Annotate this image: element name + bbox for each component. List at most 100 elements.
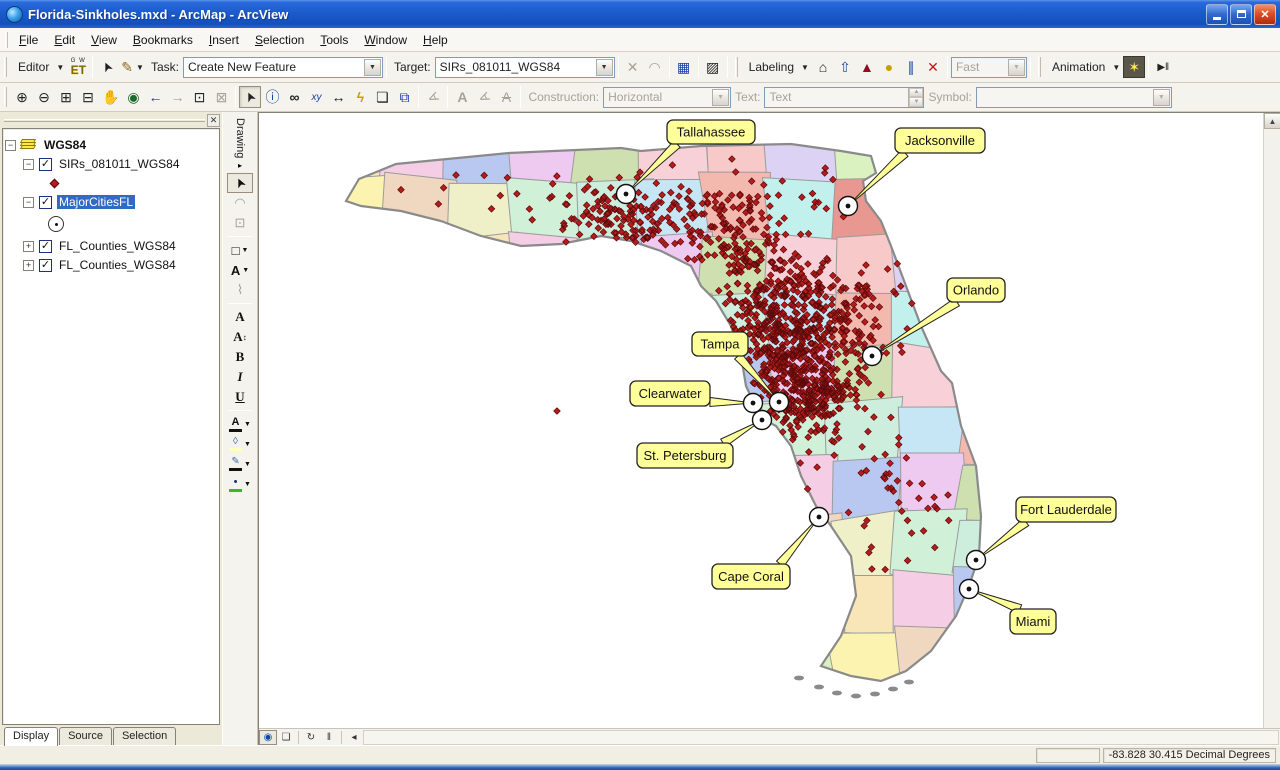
menu-help[interactable]: Help: [415, 30, 456, 50]
layer-checkbox[interactable]: ✓: [39, 259, 52, 272]
viewer-window-icon[interactable]: ⧉: [393, 86, 415, 108]
collapse-icon[interactable]: −: [23, 197, 34, 208]
find-icon[interactable]: ∞: [283, 86, 305, 108]
layer-checkbox[interactable]: ✓: [39, 196, 52, 209]
label-priority-icon[interactable]: ⇧: [834, 56, 856, 78]
text-tool-icon[interactable]: A▼: [227, 260, 253, 280]
tools-toolbar-grip[interactable]: [4, 87, 7, 107]
shape-tool-icon[interactable]: □▼: [227, 240, 253, 260]
menu-window[interactable]: Window: [356, 30, 415, 50]
select-elements-icon[interactable]: ➤: [227, 173, 253, 193]
labeling-toolbar-grip[interactable]: [735, 57, 738, 77]
underline-button[interactable]: U: [227, 387, 253, 407]
pan-icon[interactable]: ✋: [99, 86, 122, 108]
labeling-menu-button[interactable]: Labeling▼: [742, 56, 812, 78]
menu-file[interactable]: File: [11, 30, 46, 50]
animation-toolbar-grip[interactable]: [1038, 57, 1041, 77]
tab-selection[interactable]: Selection: [113, 727, 176, 745]
map-canvas[interactable]: TallahasseeJacksonvilleOrlandoTampaClear…: [259, 113, 1263, 728]
fixed-zoom-in-icon[interactable]: ⊞: [55, 86, 77, 108]
menu-view[interactable]: View: [83, 30, 125, 50]
toc-root-row[interactable]: − WGS84: [5, 136, 217, 154]
collapse-icon[interactable]: −: [5, 140, 16, 151]
et-geowizards-icon[interactable]: G WET: [67, 56, 89, 78]
attribute-table-icon[interactable]: ▦: [673, 56, 695, 78]
editor-toolbar-grip[interactable]: [4, 57, 7, 77]
menu-selection[interactable]: Selection: [247, 30, 312, 50]
data-view-button[interactable]: ◉: [259, 730, 277, 745]
dataframe-name[interactable]: WGS84: [42, 138, 88, 152]
menu-grip[interactable]: [5, 32, 8, 48]
layer-name[interactable]: FL_Counties_WGS84: [57, 239, 178, 253]
capture-frame-icon[interactable]: ✶: [1123, 56, 1145, 78]
menu-edit[interactable]: Edit: [46, 30, 83, 50]
city-callout-fort-lauderdale[interactable]: Fort Lauderdale: [967, 497, 1117, 570]
sketch-tool-icon[interactable]: ✎▼: [118, 56, 147, 78]
font-color-button[interactable]: A▼: [227, 414, 253, 434]
city-callout-cape-coral[interactable]: Cape Coral: [712, 508, 829, 590]
toc-drag-handle[interactable]: ✕: [2, 114, 220, 126]
select-features-icon[interactable]: ⊡: [188, 86, 210, 108]
layer-row-sirs[interactable]: − ✓ SIRs_081011_WGS84: [23, 155, 217, 173]
layout-view-button[interactable]: ❏: [277, 730, 295, 745]
drawing-menu-button[interactable]: Drawing: [234, 118, 246, 158]
collapse-icon[interactable]: −: [23, 159, 34, 170]
menu-insert[interactable]: Insert: [201, 30, 247, 50]
pause-labeling-icon[interactable]: ∥: [900, 56, 922, 78]
html-popup-icon[interactable]: ❏: [371, 86, 393, 108]
drawing-menu-caret-icon[interactable]: ▸: [238, 161, 242, 170]
layer-name[interactable]: FL_Counties_WGS84: [57, 258, 178, 272]
bold-button[interactable]: B: [227, 347, 253, 367]
scroll-up-icon[interactable]: ▲: [1264, 113, 1280, 129]
map-horizontal-scrollbar[interactable]: [363, 730, 1279, 745]
back-extent-icon[interactable]: ←: [144, 86, 166, 108]
layer-name[interactable]: SIRs_081011_WGS84: [57, 157, 182, 171]
italic-button[interactable]: I: [227, 367, 253, 387]
map-vertical-scrollbar[interactable]: ▲: [1263, 113, 1280, 728]
refresh-view-icon[interactable]: ↻: [302, 730, 320, 745]
measure-icon[interactable]: ↔: [327, 86, 349, 108]
hyperlink-icon[interactable]: ϟ: [349, 86, 371, 108]
animation-menu-button[interactable]: Animation▼: [1045, 56, 1123, 78]
font-size-button[interactable]: A↕: [227, 327, 253, 347]
layer-row-counties-2[interactable]: + ✓ FL_Counties_WGS84: [23, 256, 217, 274]
minimize-button[interactable]: [1206, 4, 1228, 25]
layer-row-majorcities[interactable]: − ✓ MajorCitiesFL: [23, 193, 217, 211]
marker-color-button[interactable]: •▼: [227, 474, 253, 494]
lock-labels-icon[interactable]: ●: [878, 56, 900, 78]
zoom-out-icon[interactable]: ⊖: [33, 86, 55, 108]
menu-tools[interactable]: Tools: [312, 30, 356, 50]
layer-name-selected[interactable]: MajorCitiesFL: [57, 195, 135, 209]
label-weight-icon[interactable]: ▲: [856, 56, 878, 78]
close-button[interactable]: ✕: [1254, 4, 1276, 25]
pause-drawing-icon[interactable]: ‖: [320, 730, 338, 745]
identify-icon[interactable]: ⓘ: [261, 86, 283, 108]
full-extent-icon[interactable]: ◉: [122, 86, 144, 108]
go-to-xy-icon[interactable]: xy: [305, 86, 327, 108]
scroll-left-icon[interactable]: ◂: [345, 730, 363, 745]
expand-icon[interactable]: +: [23, 241, 34, 252]
edit-tool-icon[interactable]: ➤: [96, 56, 118, 78]
layer-checkbox[interactable]: ✓: [39, 158, 52, 171]
city-callout-st-petersburg[interactable]: St. Petersburg: [637, 411, 772, 469]
city-callout-miami[interactable]: Miami: [960, 580, 1057, 635]
layer-checkbox[interactable]: ✓: [39, 240, 52, 253]
editor-menu-button[interactable]: Editor▼: [11, 56, 67, 78]
font-button[interactable]: A: [227, 307, 253, 327]
layer-row-counties-1[interactable]: + ✓ FL_Counties_WGS84: [23, 237, 217, 255]
zoom-in-icon[interactable]: ⊕: [11, 86, 33, 108]
fill-color-button[interactable]: ◊▼: [227, 434, 253, 454]
target-combo[interactable]: SIRs_081011_WGS84▼: [435, 57, 615, 78]
tab-display[interactable]: Display: [4, 727, 58, 746]
select-elements-icon[interactable]: ➤: [239, 86, 261, 108]
tab-source[interactable]: Source: [59, 727, 112, 745]
expand-icon[interactable]: +: [23, 260, 34, 271]
line-color-button[interactable]: ✎▼: [227, 454, 253, 474]
task-combo[interactable]: Create New Feature▼: [183, 57, 383, 78]
fixed-zoom-out-icon[interactable]: ⊟: [77, 86, 99, 108]
animation-controls-icon[interactable]: ▶‖: [1152, 56, 1174, 78]
restore-button[interactable]: [1230, 4, 1252, 25]
menu-bookmarks[interactable]: Bookmarks: [125, 30, 201, 50]
toc-close-icon[interactable]: ✕: [207, 114, 220, 127]
sketch-properties-icon[interactable]: ▨: [702, 56, 724, 78]
